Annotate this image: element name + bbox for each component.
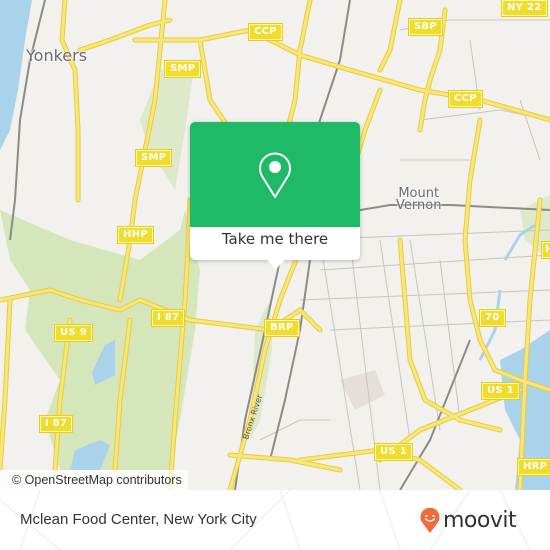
map-attribution[interactable]: © OpenStreetMap contributors	[0, 470, 188, 490]
map-pin-icon	[259, 152, 291, 198]
location-title: Mclean Food Center, New York City	[20, 511, 257, 528]
road-shield-ccp-east: CCP	[449, 91, 482, 107]
road-shield-70: 70	[480, 310, 505, 326]
map-view[interactable]: Bronx River Yonkers Mount Vernon CCP SBP…	[0, 0, 550, 490]
road-shield-i87: I 87	[152, 310, 185, 326]
footer-bar: Mclean Food Center, New York City moovit	[0, 490, 550, 550]
moovit-wordmark: moovit	[443, 508, 517, 533]
road-shield-i87-south: I 87	[40, 416, 73, 432]
road-shield-ny22: NY 22	[502, 0, 547, 16]
take-me-there-button[interactable]: Take me there	[190, 230, 360, 248]
road-shield-us9: US 9	[55, 325, 92, 341]
moovit-logo[interactable]: moovit	[420, 506, 517, 536]
road-shield-us1: US 1	[482, 383, 519, 399]
moovit-logo-icon	[420, 508, 440, 533]
road-shield-smp: SMP	[165, 61, 201, 77]
road-shield-us1-south: US 1	[375, 444, 412, 460]
popup-pointer	[267, 260, 285, 269]
road-shield-smp-south: SMP	[136, 150, 172, 166]
road-shield-brp: BRP	[265, 320, 299, 336]
place-label-mount-vernon: Mount Vernon	[396, 186, 442, 213]
popup-header[interactable]	[190, 122, 360, 227]
road-shield-hhp: HHP	[118, 227, 153, 243]
road-shield-h: H	[542, 242, 550, 258]
park-area	[0, 210, 200, 470]
road-shield-ccp: CCP	[249, 24, 282, 40]
take-me-there-popup[interactable]: Take me there	[190, 122, 360, 269]
road-shield-sbp: SBP	[409, 19, 443, 35]
road-shield-hrp: HRP	[518, 459, 550, 475]
place-label-yonkers: Yonkers	[26, 46, 88, 65]
